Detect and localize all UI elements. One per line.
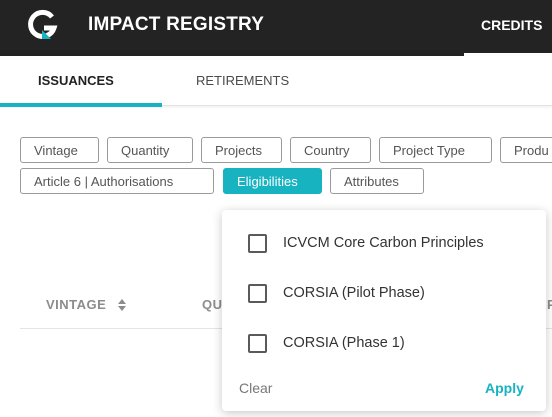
filter-label: Eligibilities (237, 174, 298, 189)
filter-quantity[interactable]: Quantity (107, 137, 193, 163)
filter-label: Produ (514, 143, 549, 158)
nav-credits[interactable]: CREDITS (464, 0, 552, 56)
sort-updown-icon[interactable] (117, 298, 127, 312)
option-label: ICVCM Core Carbon Principles (283, 235, 484, 251)
col-header-vintage[interactable]: VINTAGE (46, 297, 106, 312)
app-title: IMPACT REGISTRY (88, 14, 265, 35)
checkbox[interactable] (248, 234, 267, 253)
clear-button[interactable]: Clear (239, 380, 272, 396)
filter-label: Article 6 | Authorisations (34, 174, 174, 189)
tab-retirements-label: RETIREMENTS (196, 73, 290, 88)
nav-credits-label: CREDITS (481, 17, 543, 33)
filter-eligibilities[interactable]: Eligibilities (223, 168, 322, 194)
filter-projects[interactable]: Projects (201, 137, 282, 163)
filter-product[interactable]: Produ (500, 137, 552, 163)
top-header: IMPACT REGISTRY CREDITS (0, 0, 552, 56)
filter-vintage[interactable]: Vintage (20, 137, 99, 163)
active-tab-indicator (0, 103, 162, 107)
filter-country[interactable]: Country (290, 137, 371, 163)
filter-article-6[interactable]: Article 6 | Authorisations (20, 168, 214, 194)
filter-label: Project Type (393, 143, 466, 158)
checkbox[interactable] (248, 334, 267, 353)
col-header-next[interactable]: P (547, 297, 552, 312)
g-logo-icon[interactable] (25, 8, 59, 42)
filter-label: Projects (215, 143, 262, 158)
filter-label: Vintage (34, 143, 78, 158)
tab-issuances[interactable]: ISSUANCES (0, 56, 162, 107)
tab-issuances-label: ISSUANCES (38, 73, 114, 88)
filter-attributes[interactable]: Attributes (330, 168, 424, 194)
filter-project-type[interactable]: Project Type (379, 137, 492, 163)
checkbox[interactable] (248, 284, 267, 303)
option-corsia-phase-1[interactable]: CORSIA (Phase 1) (222, 323, 546, 363)
tab-retirements[interactable]: RETIREMENTS (162, 56, 332, 106)
filter-label: Quantity (121, 143, 170, 158)
filter-label: Country (304, 143, 350, 158)
sub-tabs: ISSUANCES RETIREMENTS (0, 56, 552, 107)
filter-label: Attributes (344, 174, 399, 189)
col-header-quantity[interactable]: QU (202, 297, 223, 312)
apply-button[interactable]: Apply (485, 380, 524, 396)
option-icvcm[interactable]: ICVCM Core Carbon Principles (222, 223, 546, 263)
option-corsia-pilot[interactable]: CORSIA (Pilot Phase) (222, 273, 546, 313)
option-label: CORSIA (Phase 1) (283, 335, 405, 351)
eligibilities-dropdown: ICVCM Core Carbon Principles CORSIA (Pil… (222, 210, 546, 411)
option-label: CORSIA (Pilot Phase) (283, 285, 425, 301)
